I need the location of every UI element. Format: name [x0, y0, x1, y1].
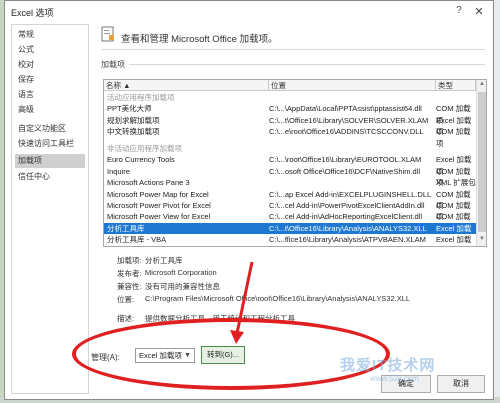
sidebar-item-general[interactable]: 常规 — [15, 28, 85, 42]
sidebar-item-proofing[interactable]: 校对 — [15, 58, 85, 72]
sidebar-item-customize-ribbon[interactable]: 自定义功能区 — [15, 122, 85, 136]
sidebar-item-trust-center[interactable]: 信任中心 — [15, 170, 85, 184]
dialog-title: Excel 选项 — [11, 8, 54, 18]
table-row[interactable]: Inquire C:\...osoft Office\Office16\DCF\N… — [104, 166, 476, 187]
sidebar-item-advanced[interactable]: 高级 — [15, 103, 85, 117]
detail-addin-label: 加载项: — [117, 256, 142, 265]
table-row[interactable]: Microsoft Power Map for Excel C:\...ap Ex… — [104, 189, 476, 210]
column-header-type[interactable]: 类型 — [436, 80, 476, 91]
detail-location-label: 位置: — [117, 295, 135, 304]
background-sheet-right — [494, 0, 500, 403]
scroll-up-icon[interactable]: ▲ — [478, 81, 486, 89]
table-row-selected[interactable]: 分析工具库 C:\...t\Office16\Library\Analysis\A… — [104, 222, 476, 244]
detail-description-label: 描述: — [117, 314, 135, 323]
table-row[interactable]: Euro Currency Tools C:\...\root\Office16\… — [104, 154, 476, 175]
watermark-url: www.52ij.com — [370, 374, 419, 383]
page-heading: 查看和管理 Microsoft Office 加载项。 — [121, 34, 278, 45]
table-row[interactable]: 中文转换加载项 C:\...e\root\Office16\ADDINS\TCSC… — [104, 126, 476, 147]
group-header-inactive: 非活动应用程序加载项 — [107, 144, 182, 153]
table-row[interactable]: Microsoft Actions Pane 3 XML 扩展包 — [104, 177, 476, 188]
sidebar-item-addins[interactable]: 加载项 — [15, 154, 85, 168]
sidebar-item-formulas[interactable]: 公式 — [15, 43, 85, 57]
detail-addin-value: 分析工具库 — [145, 256, 183, 265]
table-row[interactable]: 规划求解加载项 C:\...t\Office16\Library\SOLVER\S… — [104, 115, 476, 136]
scrollbar-thumb[interactable] — [478, 92, 486, 232]
addins-section-label: 加载项 — [101, 60, 125, 69]
addins-page-icon — [101, 26, 114, 42]
detail-compat-value: 没有可用的兼容性信息 — [145, 282, 220, 291]
watermark-text: 我爱IT技术网 — [340, 357, 436, 374]
scroll-down-icon[interactable]: ▼ — [478, 236, 486, 244]
table-row[interactable]: PPT美化大师 C:\...\AppData\Local\PPTAssist\pp… — [104, 103, 476, 124]
column-header-name[interactable]: 名称 ▲ — [104, 80, 269, 91]
detail-publisher-value: Microsoft Corporation — [145, 268, 217, 277]
group-header-active: 活动应用程序加载项 — [107, 93, 175, 102]
table-row[interactable]: 分析工具库 - VBA C:\...ffice16\Library\Analysi… — [104, 234, 476, 245]
detail-compat-label: 兼容性: — [117, 282, 142, 291]
table-row[interactable]: Microsoft Power View for Excel C:\...cel … — [104, 211, 476, 232]
sidebar-item-language[interactable]: 语言 — [15, 88, 85, 102]
addins-table: 名称 ▲ 位置 类型 活动应用程序加载项 PPT美化大师 C:\...\AppDa… — [103, 79, 487, 247]
detail-location-value: C:\Program Files\Microsoft Office\root\O… — [145, 294, 411, 303]
close-button[interactable]: ✕ — [473, 5, 485, 18]
sidebar-item-save[interactable]: 保存 — [15, 73, 85, 87]
table-scrollbar[interactable]: ▲ ▼ — [476, 80, 486, 246]
column-header-location[interactable]: 位置 — [269, 80, 436, 91]
header-divider — [101, 49, 485, 50]
table-row[interactable]: Microsoft Power Pivot for Excel C:\...cel… — [104, 200, 476, 221]
help-button[interactable]: ? — [453, 5, 465, 17]
options-sidebar: 常规 公式 校对 保存 语言 高级 自定义功能区 快速访问工具栏 加载项 信任中… — [11, 24, 89, 394]
watermark: 我爱IT技术网 www.52ij.com — [310, 350, 490, 390]
section-divider — [129, 64, 485, 65]
title-bar: Excel 选项 ? ✕ — [5, 1, 493, 21]
sidebar-item-quick-access-toolbar[interactable]: 快速访问工具栏 — [15, 137, 85, 151]
detail-publisher-label: 发布者: — [117, 269, 142, 278]
